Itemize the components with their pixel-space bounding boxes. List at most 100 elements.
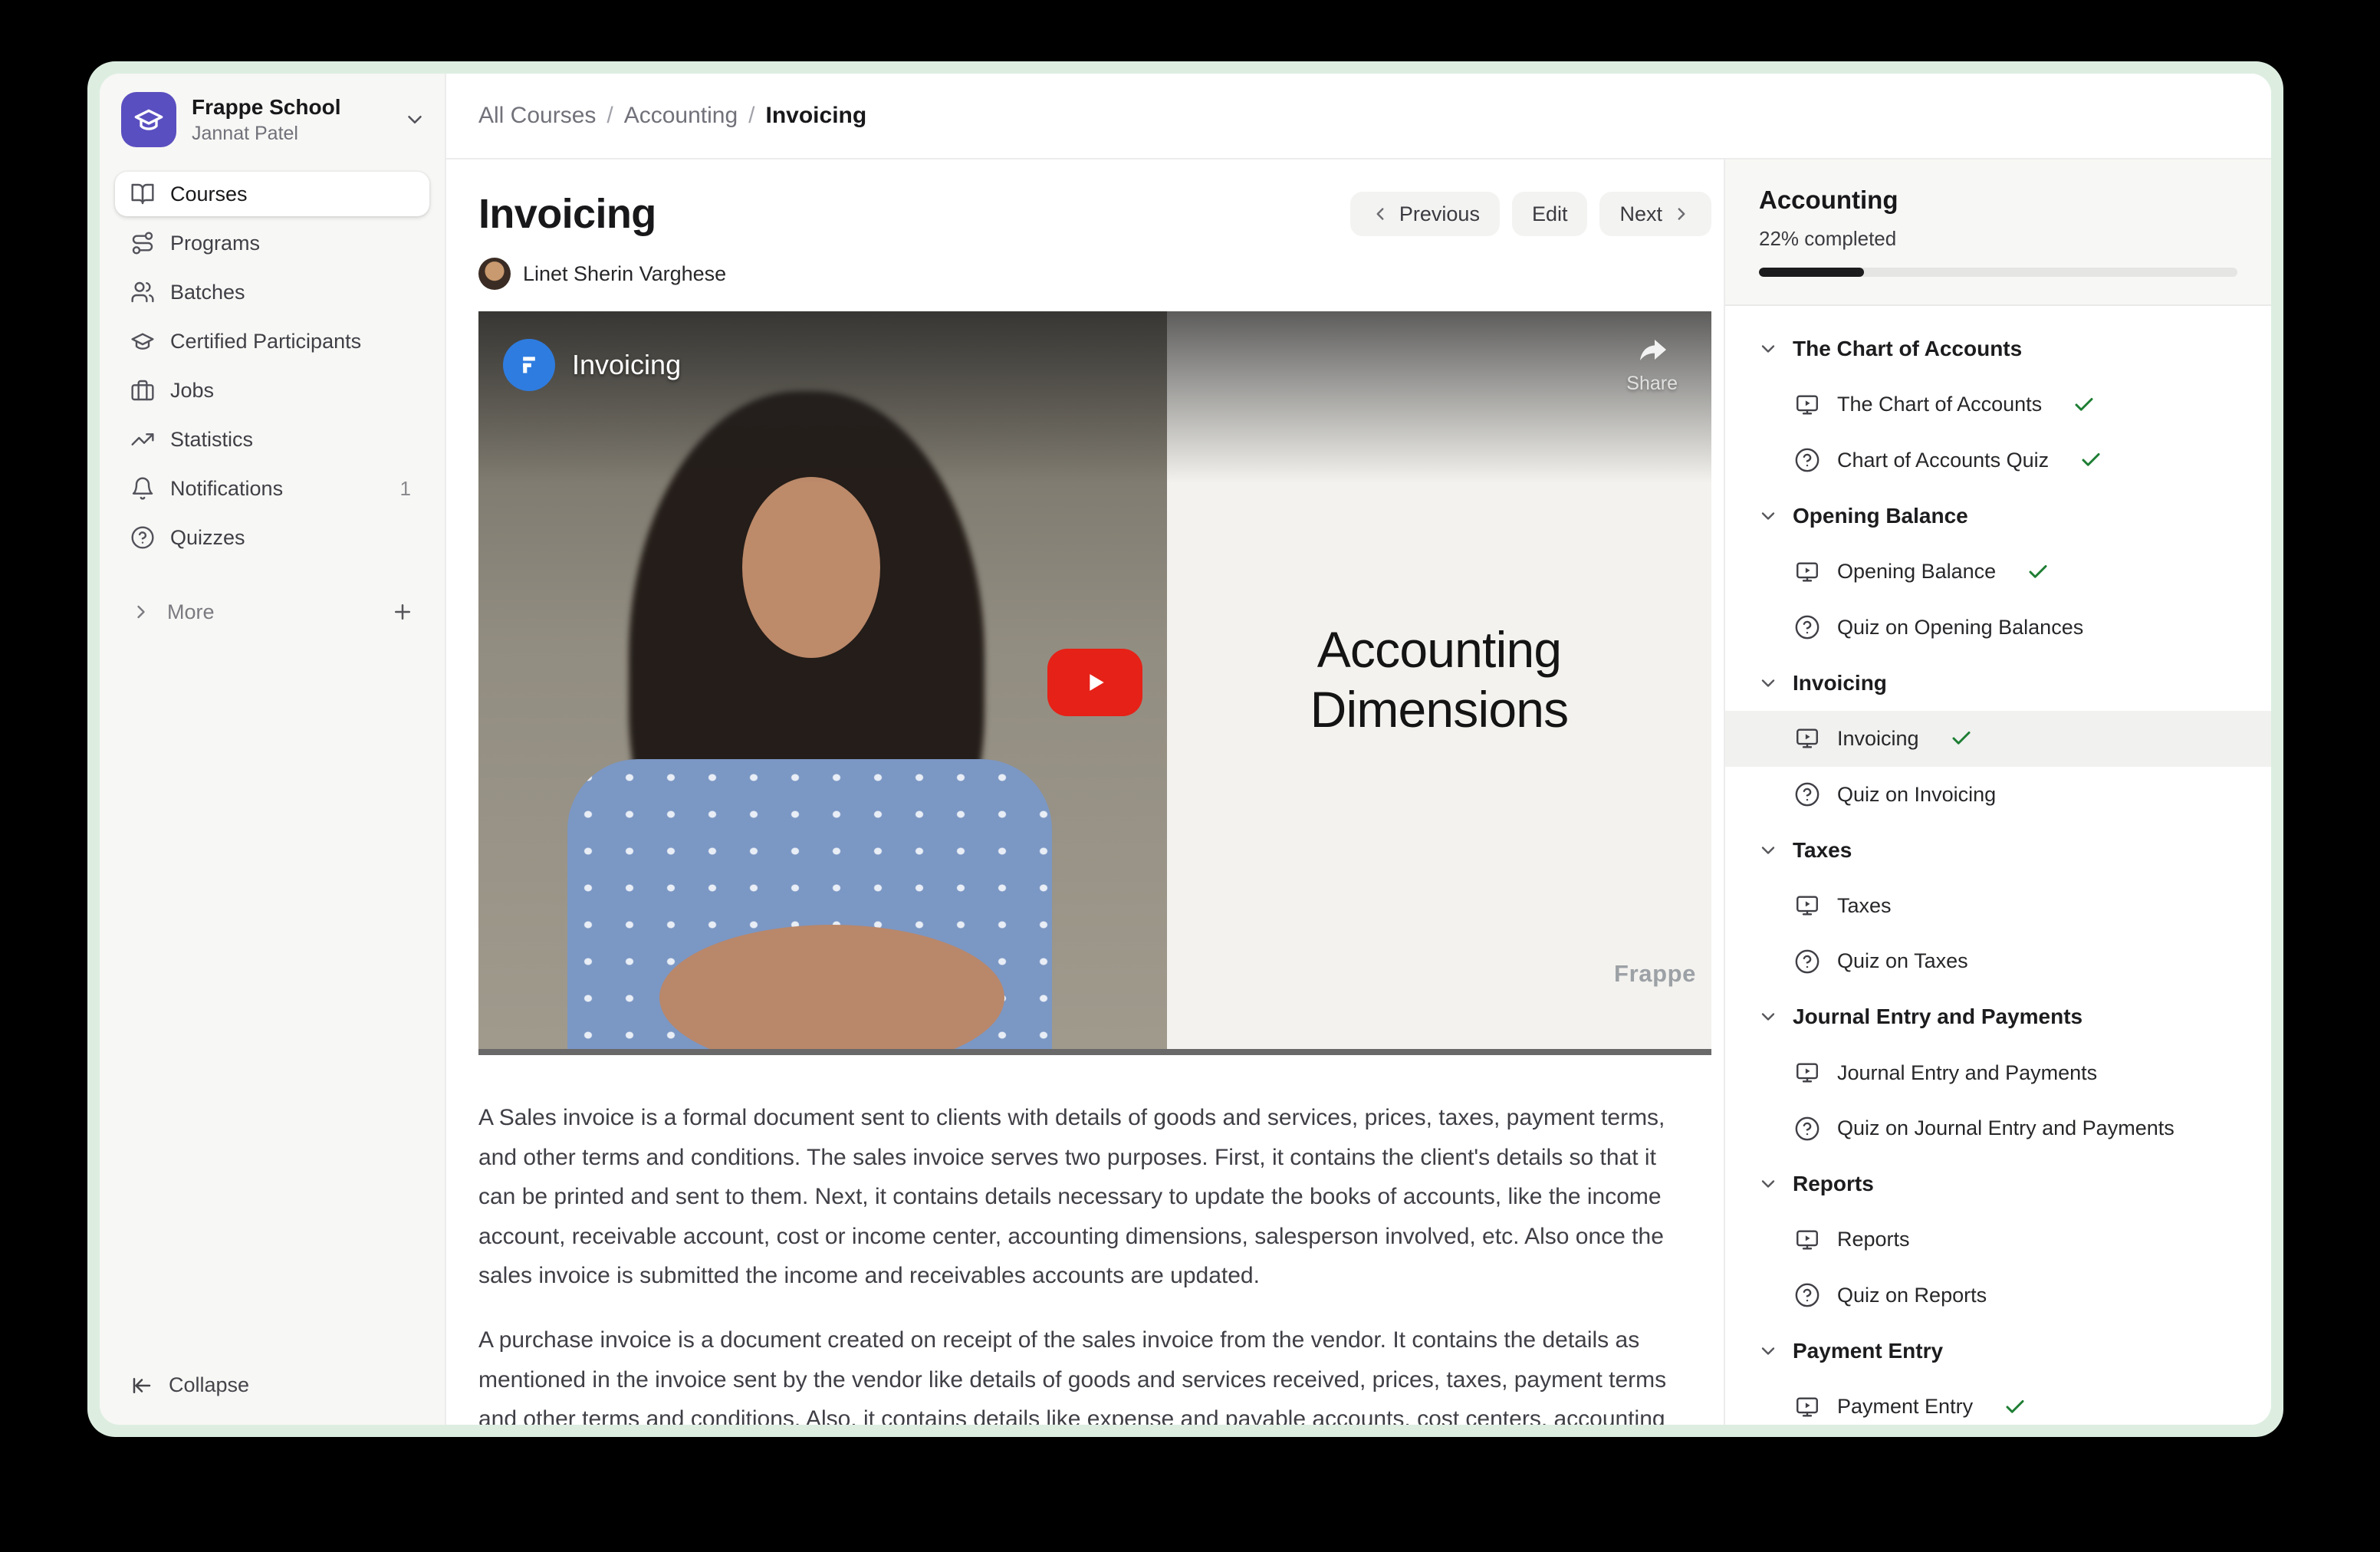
breadcrumb-accounting[interactable]: Accounting [624,103,738,129]
outline-lesson[interactable]: Opening Balance [1725,544,2271,600]
outline-lesson[interactable]: Journal Entry and Payments [1725,1045,2271,1101]
outline-quiz[interactable]: Quiz on Journal Entry and Payments [1725,1100,2271,1156]
quiz-label: Quiz on Opening Balances [1837,616,2083,640]
route-icon [130,231,155,255]
chevron-down-icon [1757,840,1779,861]
outline-lesson[interactable]: Taxes [1725,878,2271,934]
progress-track [1759,268,2237,277]
sidebar-item-label: Notifications [170,477,283,501]
breadcrumb-current: Invoicing [766,103,867,129]
sidebar-item-jobs[interactable]: Jobs [115,368,429,413]
lesson-label: Reports [1837,1228,1910,1251]
chevron-down-icon [1757,505,1779,527]
outline-section-payment-entry[interactable]: Payment Entry [1725,1323,2271,1379]
check-icon [2027,561,2050,584]
lesson-nav-buttons: Previous Edit Next [1350,192,1711,236]
chevron-down-icon [1757,1340,1779,1362]
section-title: Taxes [1793,838,1852,863]
quiz-icon [1794,1116,1820,1142]
quiz-label: Quiz on Reports [1837,1284,1987,1307]
outline-lesson[interactable]: Payment Entry [1725,1379,2271,1425]
lesson-label: Taxes [1837,894,1892,918]
more-label: More [167,600,215,624]
sidebar-collapse-button[interactable]: Collapse [100,1373,445,1425]
outline-section-reports[interactable]: Reports [1725,1156,2271,1212]
workspace-switcher[interactable]: Frappe School Jannat Patel [100,74,445,159]
screen: Frappe School Jannat Patel Courses Progr [0,0,2380,1552]
youtube-play-button[interactable] [1047,649,1142,716]
trending-up-icon [130,427,155,452]
outline-lesson[interactable]: The Chart of Accounts [1725,377,2271,433]
lesson-label: Journal Entry and Payments [1837,1061,2097,1085]
outline-section-journal-entry[interactable]: Journal Entry and Payments [1725,989,2271,1045]
chevron-left-icon [1370,204,1390,224]
quiz-icon [1794,1282,1820,1308]
outline-section-chart-of-accounts[interactable]: The Chart of Accounts [1725,321,2271,377]
author-avatar [478,258,511,290]
app-frame: Frappe School Jannat Patel Courses Progr [100,74,2271,1425]
section-title: Journal Entry and Payments [1793,1005,2082,1029]
progress-fill [1759,268,1864,277]
section-title: The Chart of Accounts [1793,337,2022,361]
sidebar-item-certified-participants[interactable]: Certified Participants [115,319,429,363]
outline-quiz[interactable]: Quiz on Taxes [1725,934,2271,990]
book-open-icon [130,182,155,206]
video-progress-bar[interactable] [478,1049,1711,1055]
presenter-face [742,477,880,658]
sidebar: Frappe School Jannat Patel Courses Progr [100,74,446,1425]
outline-lesson[interactable]: Reports [1725,1212,2271,1268]
sidebar-more[interactable]: More [115,590,429,633]
user-name: Jannat Patel [192,122,388,146]
next-label: Next [1619,202,1662,226]
sidebar-item-statistics[interactable]: Statistics [115,417,429,462]
plus-icon[interactable] [391,600,414,623]
graduation-cap-icon [133,104,164,135]
outline-quiz[interactable]: Quiz on Reports [1725,1268,2271,1323]
sidebar-item-programs[interactable]: Programs [115,221,429,265]
chevron-down-icon [403,108,426,131]
outline-section-taxes[interactable]: Taxes [1725,822,2271,878]
outline-quiz[interactable]: Chart of Accounts Quiz [1725,432,2271,488]
lesson-label: Opening Balance [1837,560,1996,584]
outline-quiz[interactable]: Quiz on Invoicing [1725,767,2271,823]
edit-button[interactable]: Edit [1512,192,1588,236]
sidebar-nav: Courses Programs Batches Certified Parti… [100,159,445,564]
outline-section-invoicing[interactable]: Invoicing [1725,656,2271,712]
quiz-label: Quiz on Taxes [1837,949,1968,973]
previous-button[interactable]: Previous [1350,192,1500,236]
breadcrumb: All Courses / Accounting / Invoicing [446,74,2271,159]
sidebar-item-courses[interactable]: Courses [115,172,429,216]
outline-section-opening-balance[interactable]: Opening Balance [1725,488,2271,544]
breadcrumb-all-courses[interactable]: All Courses [478,103,596,129]
play-icon [1080,667,1110,698]
sidebar-item-label: Statistics [170,428,253,452]
next-button[interactable]: Next [1599,192,1711,236]
video-share-button[interactable]: Share [1626,333,1678,395]
frappe-channel-avatar[interactable] [503,339,555,391]
chevron-down-icon [1757,1006,1779,1028]
quiz-label: Chart of Accounts Quiz [1837,449,2049,472]
collapse-arrow-icon [130,1374,153,1397]
course-outline: The Chart of Accounts The Chart of Accou… [1725,306,2271,1425]
author-name: Linet Sherin Varghese [523,262,726,286]
author-row: Linet Sherin Varghese [478,258,1724,290]
section-title: Payment Entry [1793,1339,1943,1363]
outline-quiz[interactable]: Quiz on Opening Balances [1725,600,2271,656]
share-arrow-icon [1634,333,1671,370]
lesson-content: Invoicing Previous Edit Next [446,159,1724,1425]
slide-text: Accounting Dimensions [1310,620,1569,740]
help-circle-icon [130,525,155,550]
previous-label: Previous [1399,202,1480,226]
check-icon [1950,727,1973,750]
lesson-label: The Chart of Accounts [1837,393,2042,416]
sidebar-item-label: Certified Participants [170,330,361,353]
video-title[interactable]: Invoicing [572,349,681,381]
sidebar-item-batches[interactable]: Batches [115,270,429,314]
outline-lesson-active[interactable]: Invoicing [1725,711,2271,767]
lesson-icon [1794,1060,1820,1086]
video-player[interactable]: Accounting Dimensions Invoicing [478,311,1711,1055]
sidebar-item-notifications[interactable]: Notifications 1 [115,466,429,511]
slide-line-1: Accounting [1317,621,1562,678]
sidebar-item-quizzes[interactable]: Quizzes [115,515,429,560]
users-icon [130,280,155,304]
